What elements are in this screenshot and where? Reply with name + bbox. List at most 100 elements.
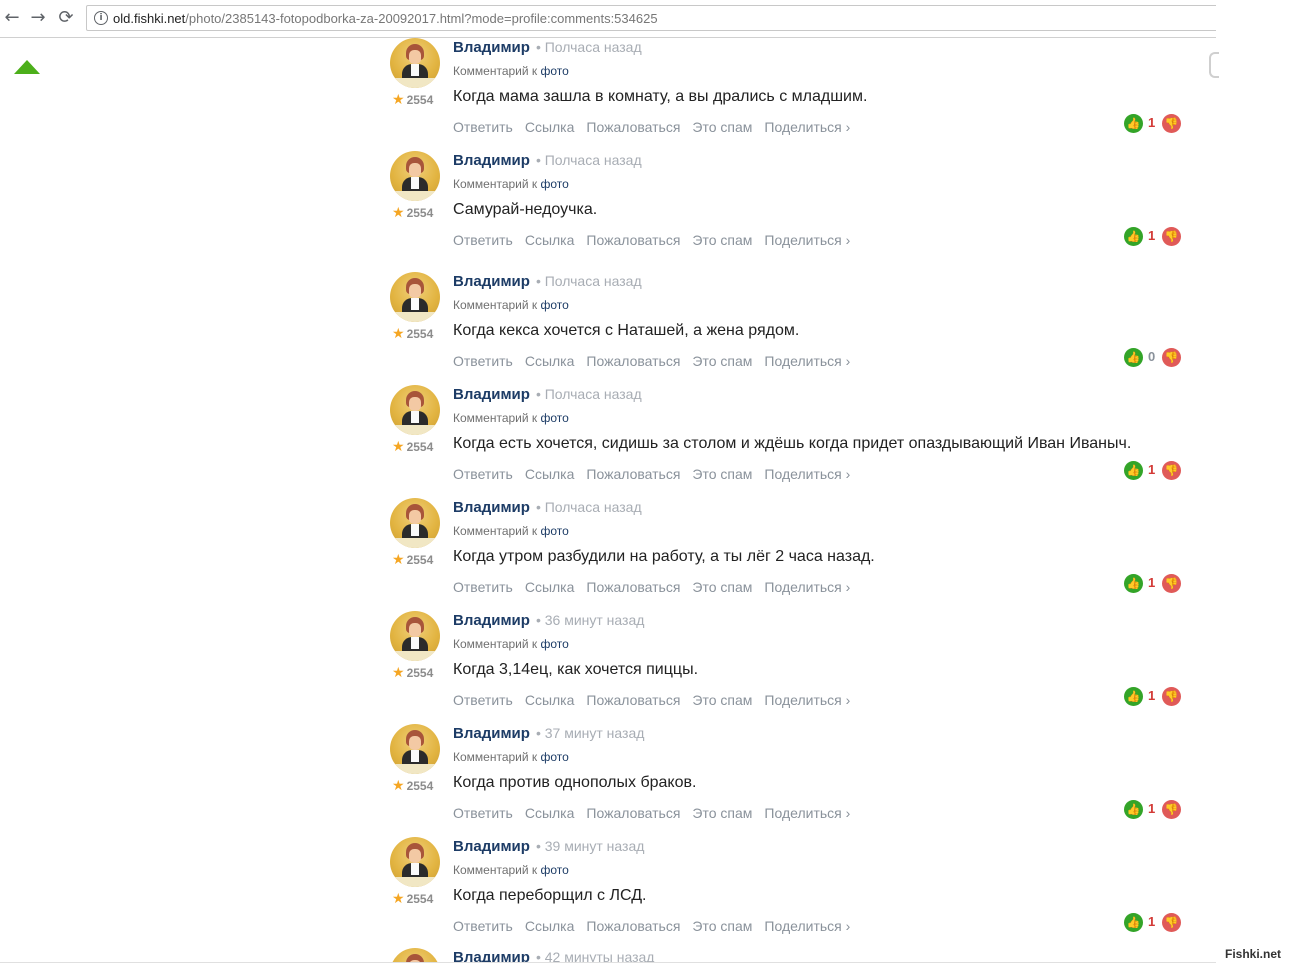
permalink-link[interactable]: Ссылка <box>525 692 575 708</box>
permalink-link[interactable]: Ссылка <box>525 918 575 934</box>
author-name[interactable]: Владимир <box>453 838 530 855</box>
author-name[interactable]: Владимир <box>453 39 530 56</box>
report-link[interactable]: Пожаловаться <box>586 805 680 821</box>
reply-link[interactable]: Ответить <box>453 692 513 708</box>
reply-link[interactable]: Ответить <box>453 353 513 369</box>
comment-time[interactable]: • 39 минут назад <box>536 838 644 854</box>
scroll-to-top-icon[interactable] <box>14 60 40 74</box>
photo-link[interactable]: фото <box>541 64 569 78</box>
share-link[interactable]: Поделиться › <box>764 353 850 369</box>
avatar[interactable] <box>390 724 440 774</box>
comment-time[interactable]: • 42 минуты назад <box>536 949 655 962</box>
thumbs-up-icon[interactable]: 👍 <box>1124 913 1143 932</box>
thumbs-down-icon[interactable]: 👎 <box>1162 227 1181 246</box>
permalink-link[interactable]: Ссылка <box>525 466 575 482</box>
permalink-link[interactable]: Ссылка <box>525 805 575 821</box>
photo-link[interactable]: фото <box>541 298 569 312</box>
thumbs-up-icon[interactable]: 👍 <box>1124 687 1143 706</box>
share-link[interactable]: Поделиться › <box>764 119 850 135</box>
author-name[interactable]: Владимир <box>453 949 530 962</box>
author-name[interactable]: Владимир <box>453 499 530 516</box>
photo-link[interactable]: фото <box>541 750 569 764</box>
report-link[interactable]: Пожаловаться <box>586 579 680 595</box>
report-link[interactable]: Пожаловаться <box>586 692 680 708</box>
spam-link[interactable]: Это спам <box>692 119 752 135</box>
share-link[interactable]: Поделиться › <box>764 805 850 821</box>
share-link[interactable]: Поделиться › <box>764 692 850 708</box>
report-link[interactable]: Пожаловаться <box>586 466 680 482</box>
photo-link[interactable]: фото <box>541 411 569 425</box>
avatar[interactable] <box>390 611 440 661</box>
reply-link[interactable]: Ответить <box>453 579 513 595</box>
author-name[interactable]: Владимир <box>453 152 530 169</box>
author-name[interactable]: Владимир <box>453 725 530 742</box>
spam-link[interactable]: Это спам <box>692 466 752 482</box>
thumbs-up-icon[interactable]: 👍 <box>1124 574 1143 593</box>
address-bar[interactable]: i old.fishki.net/photo/2385143-fotopodbo… <box>86 5 1222 31</box>
spam-link[interactable]: Это спам <box>692 692 752 708</box>
spam-link[interactable]: Это спам <box>692 805 752 821</box>
spam-link[interactable]: Это спам <box>692 232 752 248</box>
spam-link[interactable]: Это спам <box>692 579 752 595</box>
comment-time[interactable]: • Полчаса назад <box>536 386 642 402</box>
author-name[interactable]: Владимир <box>453 273 530 290</box>
avatar[interactable] <box>390 385 440 435</box>
forward-icon[interactable]: → <box>28 8 48 28</box>
permalink-link[interactable]: Ссылка <box>525 353 575 369</box>
avatar[interactable] <box>390 38 440 88</box>
reply-link[interactable]: Ответить <box>453 918 513 934</box>
share-link[interactable]: Поделиться › <box>764 466 850 482</box>
report-link[interactable]: Пожаловаться <box>586 119 680 135</box>
author-name[interactable]: Владимир <box>453 386 530 403</box>
avatar[interactable] <box>390 151 440 201</box>
comment-time[interactable]: • Полчаса назад <box>536 39 642 55</box>
thumbs-up-icon[interactable]: 👍 <box>1124 461 1143 480</box>
reload-icon[interactable]: ⟳ <box>56 8 76 28</box>
spam-link[interactable]: Это спам <box>692 918 752 934</box>
thumbs-down-icon[interactable]: 👎 <box>1162 800 1181 819</box>
thumbs-up-icon[interactable]: 👍 <box>1124 800 1143 819</box>
share-link[interactable]: Поделиться › <box>764 918 850 934</box>
comment-time[interactable]: • 36 минут назад <box>536 612 644 628</box>
permalink-link[interactable]: Ссылка <box>525 232 575 248</box>
share-link[interactable]: Поделиться › <box>764 232 850 248</box>
avatar[interactable] <box>390 498 440 548</box>
thumbs-down-icon[interactable]: 👎 <box>1162 114 1181 133</box>
report-link[interactable]: Пожаловаться <box>586 353 680 369</box>
url-text[interactable]: old.fishki.net/photo/2385143-fotopodbork… <box>113 11 658 26</box>
report-link[interactable]: Пожаловаться <box>586 918 680 934</box>
permalink-link[interactable]: Ссылка <box>525 119 575 135</box>
thumbs-down-icon[interactable]: 👎 <box>1162 687 1181 706</box>
comment-time[interactable]: • Полчаса назад <box>536 499 642 515</box>
photo-link[interactable]: фото <box>541 637 569 651</box>
avatar[interactable] <box>390 948 440 962</box>
thumbs-down-icon[interactable]: 👎 <box>1162 461 1181 480</box>
right-margin <box>1216 0 1292 967</box>
info-icon[interactable]: i <box>94 11 108 25</box>
thumbs-up-icon[interactable]: 👍 <box>1124 114 1143 133</box>
side-panel-handle[interactable] <box>1209 52 1219 78</box>
thumbs-down-icon[interactable]: 👎 <box>1162 348 1181 367</box>
comment-time[interactable]: • Полчаса назад <box>536 273 642 289</box>
comment-time[interactable]: • 37 минут назад <box>536 725 644 741</box>
photo-link[interactable]: фото <box>541 863 569 877</box>
comment-time[interactable]: • Полчаса назад <box>536 152 642 168</box>
thumbs-down-icon[interactable]: 👎 <box>1162 913 1181 932</box>
thumbs-down-icon[interactable]: 👎 <box>1162 574 1181 593</box>
spam-link[interactable]: Это спам <box>692 353 752 369</box>
author-name[interactable]: Владимир <box>453 612 530 629</box>
thumbs-up-icon[interactable]: 👍 <box>1124 348 1143 367</box>
avatar[interactable] <box>390 272 440 322</box>
thumbs-up-icon[interactable]: 👍 <box>1124 227 1143 246</box>
photo-link[interactable]: фото <box>541 524 569 538</box>
reply-link[interactable]: Ответить <box>453 232 513 248</box>
report-link[interactable]: Пожаловаться <box>586 232 680 248</box>
avatar[interactable] <box>390 837 440 887</box>
back-icon[interactable]: ← <box>2 8 22 28</box>
share-link[interactable]: Поделиться › <box>764 579 850 595</box>
permalink-link[interactable]: Ссылка <box>525 579 575 595</box>
reply-link[interactable]: Ответить <box>453 466 513 482</box>
reply-link[interactable]: Ответить <box>453 805 513 821</box>
reply-link[interactable]: Ответить <box>453 119 513 135</box>
photo-link[interactable]: фото <box>541 177 569 191</box>
